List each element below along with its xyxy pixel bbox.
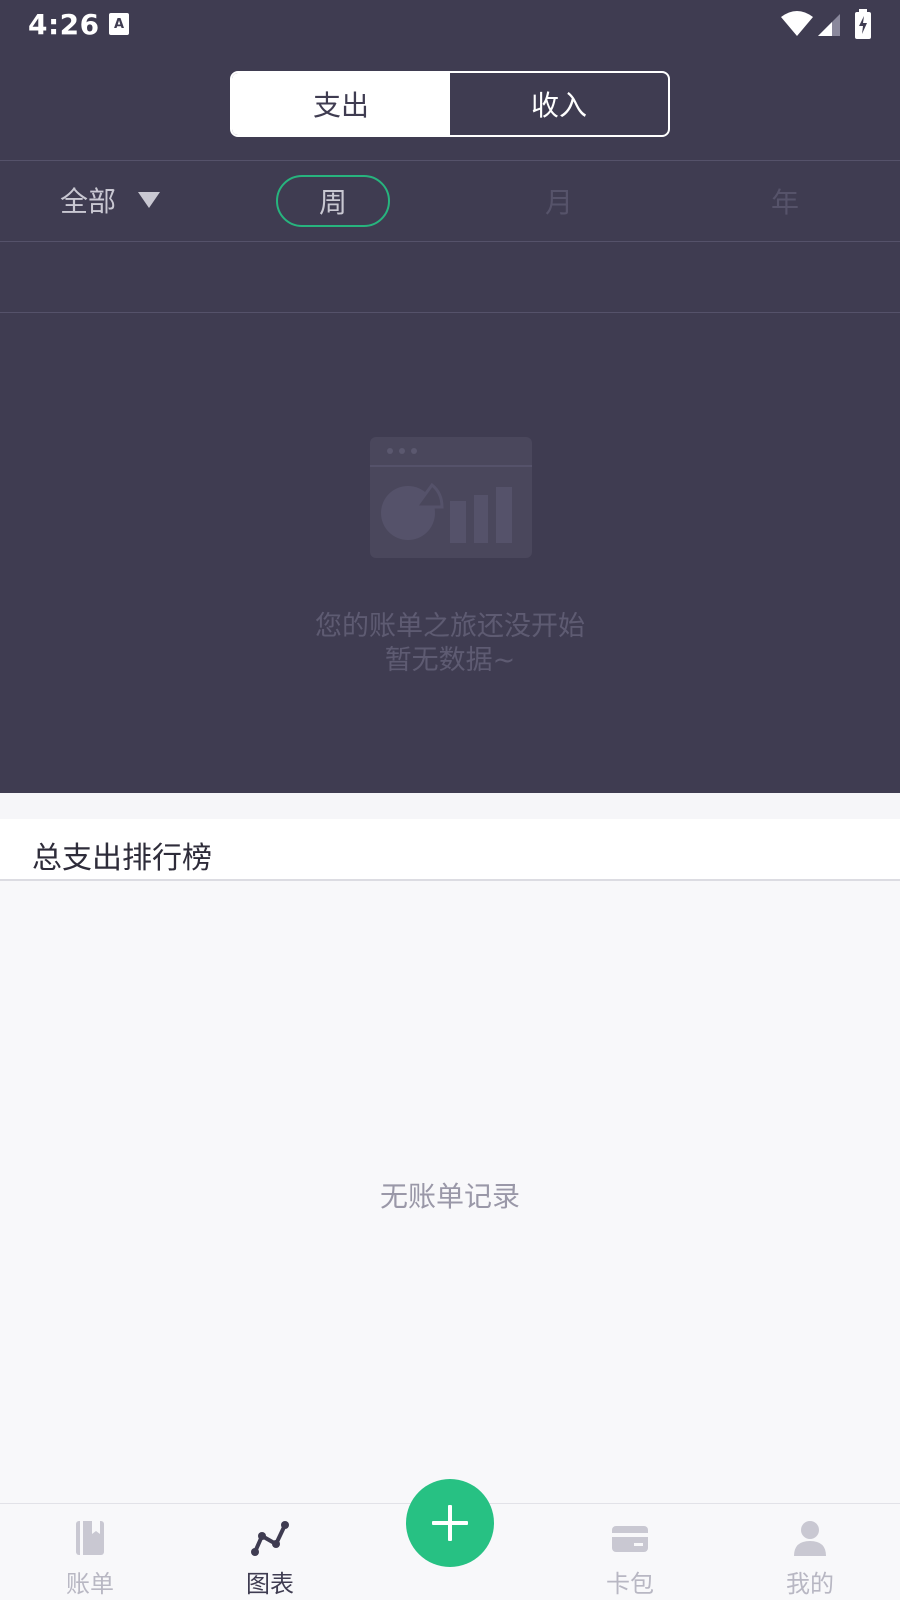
line-chart-icon [251, 1521, 289, 1556]
status-bar: 4:26 A [0, 0, 900, 50]
tab-income[interactable]: 收入 [450, 73, 668, 135]
nav-mine-label: 我的 [786, 1570, 834, 1598]
svg-text:A: A [114, 17, 124, 32]
period-week[interactable]: 周 [276, 175, 390, 227]
divider [0, 241, 900, 242]
empty-chart-icon [370, 437, 532, 558]
type-toggle: 支出 收入 [230, 71, 670, 137]
nav-bills-label: 账单 [66, 1570, 114, 1598]
empty-chart-submessage: 暂无数据~ [384, 645, 516, 676]
person-icon [794, 1521, 826, 1556]
category-label: 全部 [60, 185, 117, 218]
nav-bills[interactable]: 账单 [30, 1504, 150, 1600]
no-records-message: 无账单记录 [379, 1180, 520, 1213]
category-dropdown[interactable]: 全部 [60, 180, 161, 220]
nav-charts[interactable]: 图表 [210, 1504, 330, 1600]
nav-cards-label: 卡包 [606, 1570, 654, 1598]
battery-icon [855, 9, 871, 39]
period-month[interactable]: 月 [502, 175, 616, 227]
divider [0, 160, 900, 161]
tab-expense[interactable]: 支出 [232, 73, 450, 135]
nav-mine[interactable]: 我的 [750, 1504, 870, 1600]
wifi-icon [781, 11, 813, 36]
section-gap [0, 793, 900, 819]
ranking-header: 总支出排行榜 [0, 819, 900, 881]
status-time: 4:26 [28, 8, 100, 41]
card-icon [612, 1526, 648, 1552]
ranking-title: 总支出排行榜 [32, 841, 212, 876]
divider [0, 312, 900, 313]
signal-icon [818, 14, 840, 36]
period-year[interactable]: 年 [728, 175, 842, 227]
plus-icon [432, 1505, 468, 1541]
nav-cards[interactable]: 卡包 [570, 1504, 690, 1600]
nav-charts-label: 图表 [246, 1570, 294, 1598]
notification-icon: A [109, 13, 129, 35]
book-icon [76, 1521, 104, 1555]
dropdown-arrow-icon [138, 192, 161, 208]
add-bill-button[interactable] [406, 1479, 494, 1567]
